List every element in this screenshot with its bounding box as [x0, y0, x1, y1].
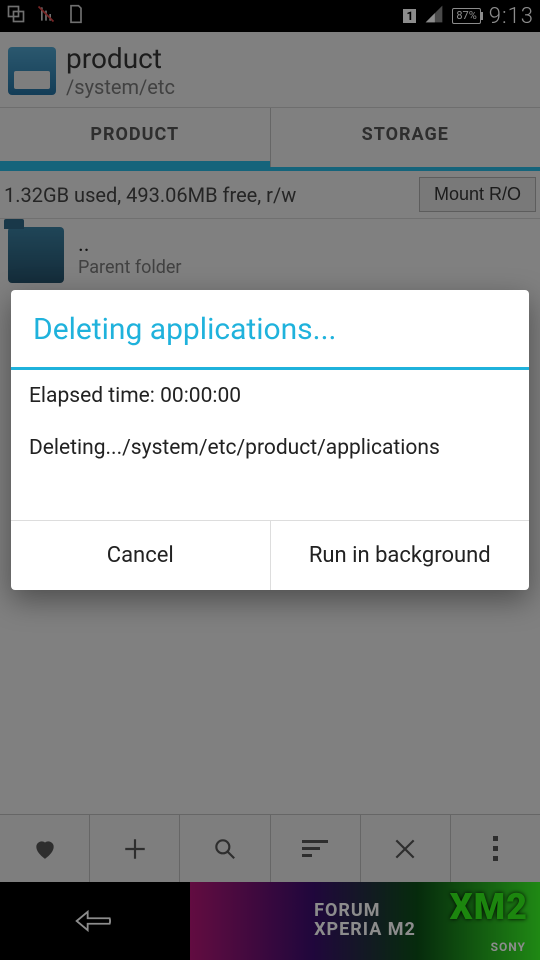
cancel-button[interactable]: Cancel [11, 521, 270, 590]
progress-path: Deleting.../system/etc/product/applicati… [29, 436, 511, 460]
run-in-background-button[interactable]: Run in background [271, 521, 530, 590]
elapsed-time: Elapsed time: 00:00:00 [29, 384, 511, 408]
dialog-title: Deleting applications... [11, 290, 529, 367]
delete-progress-dialog: Deleting applications... Elapsed time: 0… [11, 290, 529, 590]
